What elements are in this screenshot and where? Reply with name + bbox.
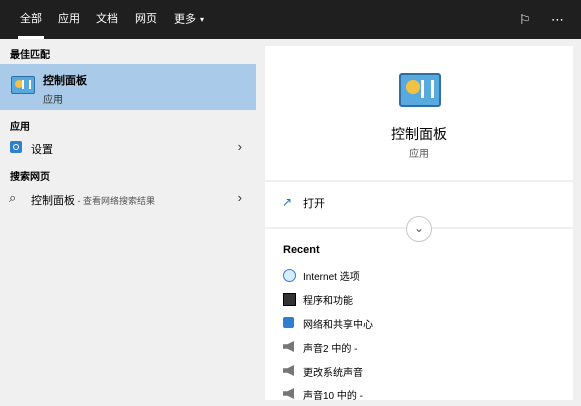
recent-item-label: Internet 选项	[303, 272, 360, 283]
speaker-icon	[283, 365, 294, 376]
list-item-web-search[interactable]: ⌕ 控制面板 - 查看网络搜索结果 ›	[0, 187, 256, 211]
results-list: 最佳匹配 控制面板 应用 应用 设置 › 搜索网页 ⌕ 控制面板 - 查看网络搜…	[0, 39, 256, 400]
tab-apps[interactable]: 应用	[58, 0, 80, 39]
list-item-settings[interactable]: 设置 ›	[0, 136, 256, 160]
recent-item-label: 网络和共享中心	[303, 320, 373, 331]
search-icon: ⌕	[9, 190, 17, 205]
web-search-query: 控制面板	[31, 195, 75, 207]
gear-icon	[10, 141, 22, 153]
ellipsis-icon[interactable]: ⋯	[551, 0, 564, 39]
recent-item[interactable]: Internet 选项	[265, 265, 573, 287]
recent-item[interactable]: 声音2 中的 -	[265, 337, 573, 359]
apps-header: 应用	[10, 122, 30, 133]
recent-item-label: 更改系统声音	[303, 368, 363, 379]
feedback-icon[interactable]: ⚐	[519, 0, 531, 39]
tab-web[interactable]: 网页	[135, 0, 157, 39]
recent-item-label: 程序和功能	[303, 296, 353, 307]
preview-subtitle: 应用	[409, 149, 429, 160]
recent-item-label: 声音2 中的 -	[303, 344, 358, 355]
control-panel-icon	[399, 73, 441, 107]
preview-header: 控制面板 应用	[265, 46, 573, 180]
control-panel-icon	[11, 76, 35, 94]
recent-item[interactable]: 网络和共享中心	[265, 313, 573, 335]
chevron-right-icon[interactable]: ›	[238, 139, 242, 154]
divider	[256, 39, 265, 400]
tab-documents[interactable]: 文档	[96, 0, 118, 39]
preview-title: 控制面板	[391, 126, 447, 142]
network-icon	[283, 317, 294, 328]
recent-item[interactable]: 声音10 中的 -	[265, 384, 573, 406]
chevron-down-icon: ▾	[200, 15, 205, 24]
search-scope-bar: 全部 应用 文档 网页 更多 ▾ ⚐ ⋯	[0, 0, 581, 39]
recent-item[interactable]: 程序和功能	[265, 289, 573, 311]
globe-icon	[283, 269, 296, 282]
open-icon: ↗	[282, 195, 293, 209]
best-match-title: 控制面板	[43, 75, 87, 87]
programs-icon	[283, 293, 296, 306]
recent-list: Recent Internet 选项 程序和功能 网络和共享中心 声音2 中的 …	[265, 229, 573, 402]
tab-more[interactable]: 更多 ▾	[174, 0, 204, 39]
chevron-right-icon[interactable]: ›	[238, 190, 242, 205]
recent-header: Recent	[283, 244, 320, 256]
speaker-icon	[283, 341, 294, 352]
settings-label: 设置	[31, 144, 53, 156]
expand-button[interactable]: ⌄	[406, 216, 432, 242]
best-match-item[interactable]: 控制面板 应用	[0, 64, 256, 110]
recent-item[interactable]: 更改系统声音	[265, 361, 573, 383]
tab-all[interactable]: 全部	[18, 0, 44, 39]
web-search-hint: - 查看网络搜索结果	[75, 196, 156, 206]
best-match-header: 最佳匹配	[10, 50, 50, 61]
best-match-subtitle: 应用	[43, 95, 63, 106]
speaker-icon	[283, 388, 294, 399]
open-label: 打开	[303, 198, 325, 210]
tab-more-label: 更多	[174, 13, 196, 26]
web-search-label: 控制面板 - 查看网络搜索结果	[31, 192, 155, 208]
web-header: 搜索网页	[10, 172, 50, 183]
